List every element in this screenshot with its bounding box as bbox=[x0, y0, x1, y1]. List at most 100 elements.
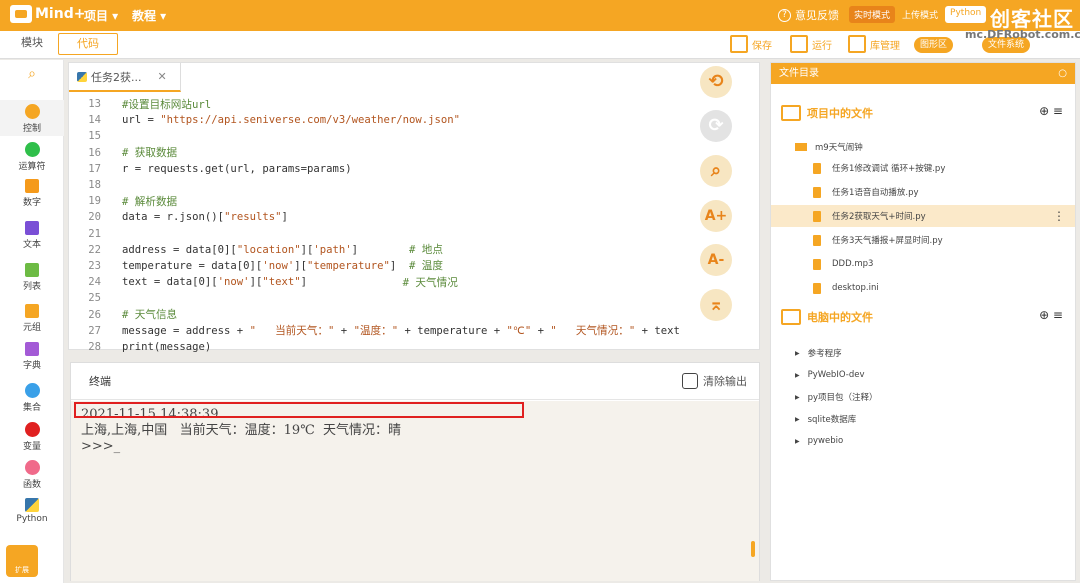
library-button[interactable]: 库管理 bbox=[848, 35, 900, 53]
menu-tutorial[interactable]: 教程 ▾ bbox=[132, 7, 166, 24]
extensions-label: 扩展 bbox=[15, 566, 29, 574]
file-label: 任务2获取天气+时间.py bbox=[832, 212, 926, 222]
project-file-item[interactable]: 任务1语音自动播放.py bbox=[771, 181, 1075, 203]
line-number: 19 bbox=[88, 195, 101, 208]
code-token: ][ bbox=[294, 259, 307, 272]
code-token: temperature = data[0][ bbox=[122, 259, 263, 272]
save-icon bbox=[730, 35, 748, 53]
function-icon bbox=[24, 460, 40, 475]
code-token: # 解析数据 bbox=[122, 195, 178, 208]
category-label: 运算符 bbox=[18, 162, 46, 172]
file-icon bbox=[813, 282, 821, 294]
mode-python[interactable]: Python bbox=[945, 6, 987, 23]
redo-button[interactable]: ⟳ bbox=[700, 110, 732, 142]
line-number: 14 bbox=[88, 114, 101, 127]
search-icon: ⌕ bbox=[28, 66, 36, 82]
project-file-item[interactable]: 任务3天气播报+屏显时间.py bbox=[771, 229, 1075, 251]
variable-icon bbox=[24, 422, 40, 437]
run-label: 运行 bbox=[812, 40, 832, 52]
mode-switch: 实时模式 上传模式 Python bbox=[849, 6, 987, 23]
code-line: 20 data = r.json()["results"] bbox=[69, 209, 689, 225]
clear-output-button[interactable]: 清除输出 bbox=[682, 373, 747, 389]
line-number: 17 bbox=[88, 162, 101, 175]
category-list[interactable]: 列表 bbox=[0, 263, 64, 292]
category-label: 控制 bbox=[22, 124, 41, 134]
more-icon[interactable]: ⋮ bbox=[1053, 209, 1065, 223]
computer-folder-item[interactable]: ▶ py项目包（注释） bbox=[771, 386, 1075, 408]
search-button[interactable]: ⌕ bbox=[0, 66, 64, 82]
category-function[interactable]: 函数 bbox=[0, 460, 64, 490]
code-line: 21 bbox=[69, 226, 689, 242]
feedback-link[interactable]: ? 意见反馈 bbox=[778, 7, 839, 23]
project-file-item[interactable]: 任务2获取天气+时间.py ⋮ bbox=[771, 205, 1075, 227]
code-token: #设置目标网站url bbox=[122, 98, 212, 111]
file-label: 任务1修改调试 循环+按键.py bbox=[832, 164, 946, 174]
app-logo: Mind+ bbox=[10, 5, 85, 23]
code-token: # 获取数据 bbox=[122, 147, 178, 160]
code-token: "temperature" bbox=[306, 259, 390, 272]
expand-icon[interactable]: ▶ bbox=[795, 416, 800, 423]
category-variable[interactable]: 变量 bbox=[0, 422, 64, 452]
computer-folder-item[interactable]: ▶ pywebio bbox=[771, 430, 1075, 452]
new-file-icon[interactable]: ⊕ ≡ bbox=[1039, 104, 1063, 118]
category-number[interactable]: 数字 bbox=[0, 179, 64, 208]
terminal-scrollbar[interactable] bbox=[751, 541, 755, 557]
code-token: text = data[0][ bbox=[122, 276, 218, 289]
terminal-output[interactable]: 2021-11-15 14:38:39 上海,上海,中国 当前天气：温度：19℃… bbox=[71, 401, 759, 581]
run-button[interactable]: 运行 bbox=[790, 35, 832, 53]
code-token: "results" bbox=[224, 211, 282, 224]
folder-label: 参考程序 bbox=[807, 349, 842, 359]
undo-button[interactable]: ⟲ bbox=[700, 66, 732, 98]
font-decrease-button[interactable]: A- bbox=[700, 244, 732, 276]
code-token: 'path' bbox=[313, 243, 352, 256]
code-token: + text bbox=[635, 324, 680, 337]
file-label: DDD.mp3 bbox=[832, 259, 874, 269]
category-tuple[interactable]: 元组 bbox=[0, 304, 64, 333]
code-line: 24 text = data[0]['now']["text"] # 天气情况 bbox=[69, 274, 689, 290]
category-dict[interactable]: 字典 bbox=[0, 342, 64, 371]
computer-folder-item[interactable]: ▶ PyWebIO-dev bbox=[771, 364, 1075, 386]
font-increase-button[interactable]: A+ bbox=[700, 200, 732, 232]
feedback-label: 意见反馈 bbox=[795, 9, 839, 22]
category-label: 变量 bbox=[22, 442, 41, 452]
category-set[interactable]: 集合 bbox=[0, 383, 64, 413]
category-operators[interactable]: 运算符 bbox=[0, 142, 64, 172]
code-line: 26 # 天气信息 bbox=[69, 306, 689, 322]
menu-project[interactable]: 项目 ▾ bbox=[84, 7, 118, 24]
folder-item[interactable]: m9天气闹钟 bbox=[771, 136, 1075, 158]
code-editor[interactable]: 任务2获... ✕ 13 #设置目标网站url 14 url = "https://ap… bbox=[68, 62, 760, 353]
expand-icon[interactable]: ▶ bbox=[795, 350, 800, 357]
project-file-item[interactable]: desktop.ini bbox=[771, 277, 1075, 299]
new-file-icon[interactable]: ⊕ ≡ bbox=[1039, 308, 1063, 322]
collapse-button[interactable]: ⌅ bbox=[700, 289, 732, 321]
refresh-icon[interactable]: ○ bbox=[1058, 63, 1067, 84]
extensions-button[interactable]: 扩展 bbox=[6, 545, 38, 577]
expand-icon[interactable]: ▶ bbox=[795, 372, 800, 379]
expand-icon[interactable]: ▶ bbox=[795, 394, 800, 401]
category-label: 数字 bbox=[22, 198, 41, 208]
category-python[interactable]: Python bbox=[0, 498, 64, 524]
tab-code[interactable]: 代码 bbox=[58, 33, 118, 55]
editor-file-tab[interactable]: 任务2获... ✕ bbox=[69, 63, 181, 92]
code-token: address = data[0][ bbox=[122, 243, 237, 256]
category-text[interactable]: 文本 bbox=[0, 221, 64, 250]
list-icon bbox=[781, 105, 801, 121]
project-file-item[interactable]: 任务1修改调试 循环+按键.py bbox=[771, 157, 1075, 179]
category-control[interactable]: 控制 bbox=[0, 100, 64, 136]
code-line: 18 bbox=[69, 177, 689, 193]
mode-realtime[interactable]: 实时模式 bbox=[849, 6, 896, 23]
expand-icon[interactable]: ▶ bbox=[795, 438, 800, 445]
computer-folder-item[interactable]: ▶ 参考程序 bbox=[771, 342, 1075, 364]
graph-area-toggle[interactable]: 图形区 bbox=[914, 37, 954, 53]
top-bar: Mind+ 项目 ▾ 教程 ▾ ? 意见反馈 实时模式 上传模式 Python 创… bbox=[0, 0, 1080, 31]
mode-upload[interactable]: 上传模式 bbox=[897, 6, 943, 23]
code-line: 14 url = "https://api.seniverse.com/v3/we… bbox=[69, 112, 689, 128]
find-button[interactable]: ⌕ bbox=[700, 155, 732, 187]
folder-label: m9天气闹钟 bbox=[815, 143, 863, 153]
computer-folder-item[interactable]: ▶ sqlite数据库 bbox=[771, 408, 1075, 430]
save-button[interactable]: 保存 bbox=[730, 35, 772, 53]
project-file-item[interactable]: DDD.mp3 bbox=[771, 253, 1075, 275]
close-icon[interactable]: ✕ bbox=[158, 70, 167, 83]
tab-blocks[interactable]: 模块 bbox=[2, 33, 62, 55]
folder-label: pywebio bbox=[807, 436, 844, 446]
